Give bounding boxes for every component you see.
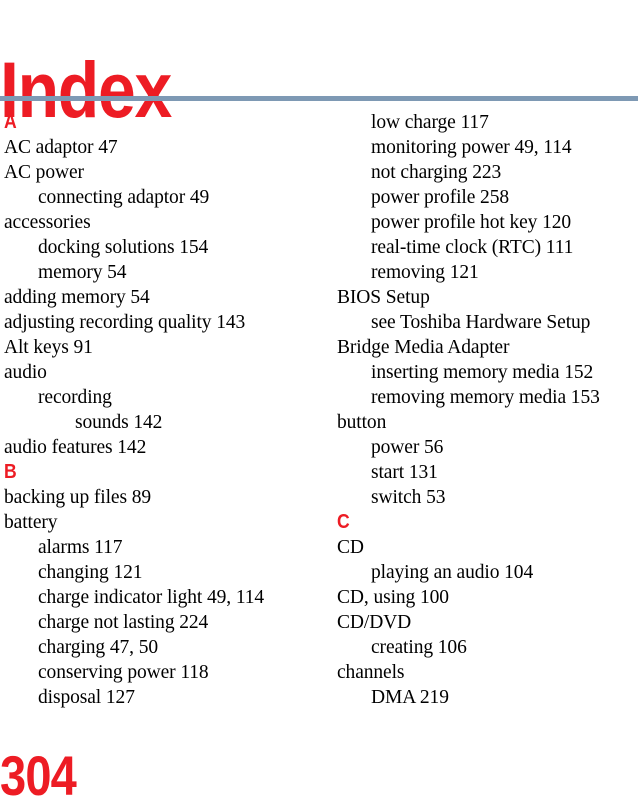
index-entry: inserting memory media 152 [371, 362, 594, 383]
index-entry: battery [4, 512, 58, 533]
index-entry: charge not lasting 224 [38, 612, 209, 633]
index-entry: connecting adaptor 49 [38, 187, 210, 208]
index-entry: see Toshiba Hardware Setup [371, 312, 591, 333]
index-entry: playing an audio 104 [371, 562, 534, 583]
index-entry: channels [337, 662, 405, 683]
index-entry: CD [337, 537, 364, 558]
index-entry: changing 121 [38, 562, 143, 583]
index-section-letter-a: A [4, 111, 17, 133]
index-entry: disposal 127 [38, 687, 135, 708]
index-section-letter-c: C [337, 511, 350, 533]
page-number: 304 [0, 744, 77, 807]
index-entry: low charge 117 [371, 112, 489, 133]
index-entry: power profile hot key 120 [371, 212, 572, 233]
index-entry: not charging 223 [371, 162, 502, 183]
index-entry: charging 47, 50 [38, 637, 158, 658]
index-entry: CD/DVD [337, 612, 412, 633]
index-entry: adjusting recording quality 143 [4, 312, 246, 333]
index-entry: sounds 142 [75, 412, 163, 433]
index-entry: DMA 219 [371, 687, 449, 708]
index-entry: switch 53 [371, 487, 446, 508]
index-entry: AC adaptor 47 [4, 137, 118, 158]
index-section-letter-b: B [4, 461, 17, 483]
index-entry: docking solutions 154 [38, 237, 209, 258]
header-divider-rule [0, 96, 638, 101]
index-entry: button [337, 412, 387, 433]
index-entry: removing memory media 153 [371, 387, 600, 408]
index-entry: audio [4, 362, 47, 383]
index-entry: alarms 117 [38, 537, 123, 558]
index-entry: CD, using 100 [337, 587, 449, 608]
index-entry: removing 121 [371, 262, 479, 283]
index-entry: creating 106 [371, 637, 467, 658]
index-entry: monitoring power 49, 114 [371, 137, 572, 158]
index-entry: BIOS Setup [337, 287, 430, 308]
index-entry: backing up files 89 [4, 487, 152, 508]
index-entry: conserving power 118 [38, 662, 209, 683]
index-entry: AC power [4, 162, 84, 183]
index-entry: power profile 258 [371, 187, 510, 208]
index-entry: power 56 [371, 437, 444, 458]
index-entry: charge indicator light 49, 114 [38, 587, 265, 608]
index-entry: recording [38, 387, 112, 408]
index-column-right: low charge 117 monitoring power 49, 114 no… [337, 110, 637, 710]
index-column-left: A AC adaptor 47 AC power connecting adaptor… [4, 110, 304, 710]
index-entry: accessories [4, 212, 91, 233]
index-entry: Alt keys 91 [4, 337, 93, 358]
index-entry: memory 54 [38, 262, 127, 283]
index-entry: start 131 [371, 462, 438, 483]
index-entry: Bridge Media Adapter [337, 337, 510, 358]
index-entry: adding memory 54 [4, 287, 150, 308]
index-entry: real-time clock (RTC) 111 [371, 237, 574, 258]
index-entry: audio features 142 [4, 437, 147, 458]
